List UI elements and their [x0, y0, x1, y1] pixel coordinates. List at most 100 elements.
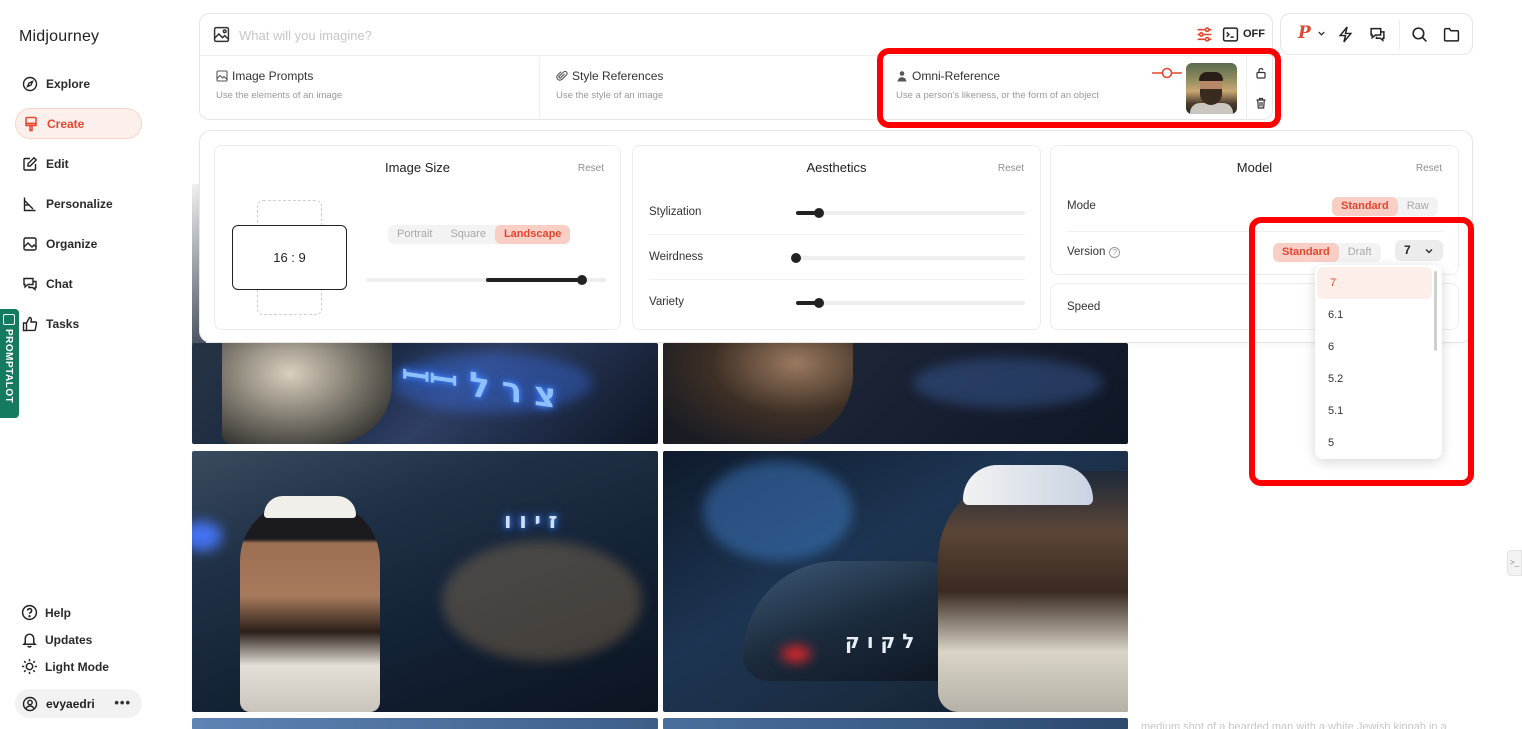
trash-icon[interactable]	[1255, 97, 1267, 109]
image-size-card: Image Size Reset 16 : 9 Portrait Square …	[214, 145, 621, 330]
speed-label: Speed	[1067, 301, 1101, 313]
orientation-portrait[interactable]: Portrait	[388, 225, 441, 244]
weirdness-slider[interactable]	[791, 253, 1025, 263]
sidebar-item-create[interactable]: Create	[15, 108, 142, 139]
city-lights-glow	[913, 358, 1103, 408]
light-mode-toggle[interactable]: Light Mode	[21, 658, 109, 675]
variety-slider[interactable]	[796, 298, 1025, 308]
mode-standard[interactable]: Standard	[1332, 197, 1398, 216]
gallery-image-partial[interactable]	[663, 718, 1128, 729]
version-draft[interactable]: Draft	[1339, 243, 1381, 262]
edit-icon	[22, 156, 38, 172]
sidebar: Midjourney Explore Create Edit Personali…	[0, 0, 160, 729]
sidebar-item-explore[interactable]: Explore	[15, 68, 142, 99]
omni-reference-subtitle: Use a person's likeness, or the form of …	[896, 90, 1099, 101]
unlock-icon[interactable]	[1255, 67, 1267, 79]
image-caption: medium shot of a bearded man with a whit…	[1141, 721, 1447, 729]
sidebar-item-chat[interactable]: Chat	[15, 268, 142, 299]
paperclip-icon	[556, 70, 568, 81]
side-panel-toggle[interactable]: >_	[1507, 550, 1522, 576]
raw-mode-terminal-icon[interactable]	[1222, 26, 1239, 43]
prompt-input[interactable]	[239, 25, 1139, 45]
style-references-slot[interactable]: Style References Use the style of an ima…	[540, 57, 880, 120]
model-reset-button[interactable]: Reset	[1416, 163, 1442, 174]
version-option-5-2[interactable]: 5.2	[1315, 363, 1430, 395]
sidebar-item-tasks[interactable]: Tasks	[15, 308, 142, 339]
app-logo[interactable]: Midjourney	[19, 28, 99, 46]
weirdness-label: Weirdness	[649, 251, 704, 263]
patterned-kippah	[963, 465, 1093, 505]
settings-sliders-icon[interactable]	[1196, 26, 1213, 43]
blue-neon-glow	[192, 521, 222, 551]
version-option-5-1[interactable]: 5.1	[1315, 395, 1430, 427]
username: evyaedri	[46, 696, 95, 711]
aspect-ratio-preview[interactable]: 16 : 9	[232, 225, 347, 290]
promptalot-label: PROMPTALOT	[3, 329, 14, 404]
slider-handle[interactable]	[577, 275, 587, 285]
toolbar-divider	[1399, 20, 1400, 49]
orientation-selector: Portrait Square Landscape	[388, 225, 571, 244]
user-account[interactable]: evyaedri •••	[15, 689, 142, 718]
omni-actions	[1246, 57, 1274, 120]
image-prompts-slot[interactable]: Image Prompts Use the elements of an ima…	[200, 57, 540, 120]
gallery-image[interactable]: ל ק ו ק	[663, 451, 1128, 712]
style-references-subtitle: Use the style of an image	[556, 90, 664, 101]
version-option-5[interactable]: 5	[1315, 427, 1430, 459]
figure-man-profile	[938, 471, 1128, 712]
gallery-image[interactable]: ꟷꟷ צ ר ל	[192, 343, 658, 444]
aesthetics-reset-button[interactable]: Reset	[998, 163, 1024, 174]
raw-toggle-status[interactable]: OFF	[1243, 28, 1265, 40]
version-option-6-1[interactable]: 6.1	[1315, 299, 1430, 331]
thumb-hair	[1199, 72, 1223, 81]
personalization-profile-button[interactable]: P	[1298, 23, 1311, 43]
mode-row: Mode Standard Raw	[1067, 186, 1443, 232]
version-option-7[interactable]: 7	[1317, 267, 1432, 299]
personalize-icon	[22, 196, 38, 212]
compass-icon	[22, 76, 38, 92]
image-stack-icon	[22, 236, 38, 252]
version-dropdown: 7 6.1 6 5.2 5.1 5	[1315, 265, 1442, 459]
slider-handle[interactable]	[791, 253, 801, 263]
dropdown-scrollbar[interactable]	[1434, 271, 1437, 351]
omni-reference-image[interactable]	[1186, 63, 1237, 114]
lightning-icon[interactable]	[1337, 26, 1354, 43]
version-standard[interactable]: Standard	[1273, 243, 1339, 262]
stylization-slider[interactable]	[796, 208, 1025, 218]
mode-raw[interactable]: Raw	[1398, 197, 1438, 216]
updates-link[interactable]: Updates	[21, 631, 92, 648]
orientation-landscape[interactable]: Landscape	[494, 225, 571, 244]
sidebar-item-label: Edit	[46, 156, 69, 171]
promptalot-extension-tab[interactable]: PROMPTALOT	[0, 309, 19, 418]
orientation-square[interactable]: Square	[441, 225, 494, 244]
version-select[interactable]: 7	[1395, 240, 1443, 261]
sidebar-item-label: Chat	[46, 276, 73, 291]
slider-handle[interactable]	[813, 208, 824, 218]
omni-weight-slider-icon[interactable]	[1152, 67, 1182, 79]
version-option-6[interactable]: 6	[1315, 331, 1430, 363]
version-mode-selector: Standard Draft	[1273, 243, 1381, 262]
aesthetics-title: Aesthetics	[806, 160, 867, 175]
figure-shoulder	[222, 343, 392, 444]
slider-handle[interactable]	[813, 298, 824, 308]
folder-icon[interactable]	[1443, 26, 1460, 43]
help-link[interactable]: Help	[21, 604, 71, 621]
omni-reference-slot[interactable]: Omni-Reference Use a person's likeness, …	[880, 57, 1274, 120]
chat-bubbles-icon[interactable]	[1369, 26, 1386, 43]
image-icon	[216, 70, 228, 82]
gallery-image-partial[interactable]	[192, 718, 658, 729]
chevron-down-icon[interactable]	[1317, 29, 1326, 38]
add-image-icon[interactable]	[213, 26, 230, 43]
sidebar-item-label: Personalize	[46, 196, 113, 211]
search-icon[interactable]	[1411, 26, 1428, 43]
more-options-button[interactable]: •••	[114, 695, 131, 710]
sidebar-item-personalize[interactable]: Personalize	[15, 188, 142, 219]
image-size-reset-button[interactable]: Reset	[578, 163, 604, 174]
help-circle-icon[interactable]: ?	[1109, 246, 1121, 258]
gallery-image[interactable]	[663, 343, 1128, 444]
prompt-row: OFF	[200, 14, 1272, 56]
sidebar-item-organize[interactable]: Organize	[15, 228, 142, 259]
sidebar-item-edit[interactable]: Edit	[15, 148, 142, 179]
gallery-image[interactable]: ז י ו ו	[192, 451, 658, 712]
aspect-ratio-slider[interactable]	[366, 275, 606, 285]
sidebar-item-label: Organize	[46, 236, 98, 251]
